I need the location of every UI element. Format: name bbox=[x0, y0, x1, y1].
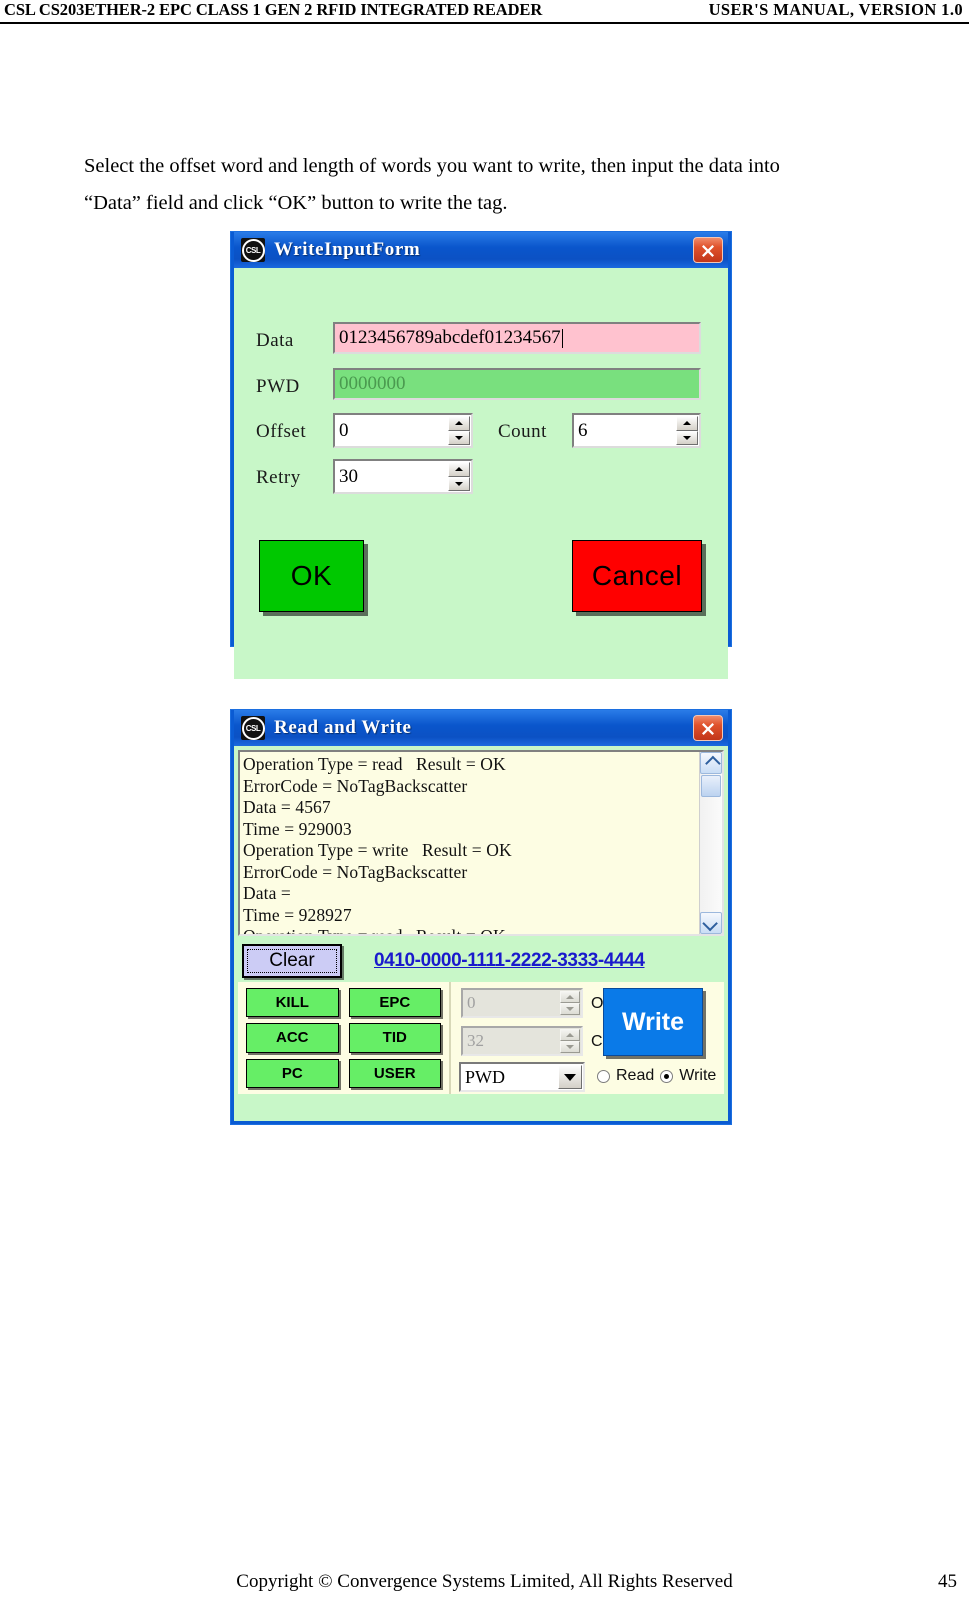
chevron-up-icon bbox=[455, 421, 463, 426]
read-write-titlebar[interactable]: CSL Read and Write bbox=[234, 710, 728, 746]
memory-bank-select-value: PWD bbox=[465, 1066, 505, 1087]
count-value: 6 bbox=[578, 419, 588, 441]
scrollbar-thumb[interactable] bbox=[701, 775, 721, 797]
chevron-down-icon bbox=[701, 915, 718, 931]
read-radio[interactable] bbox=[597, 1069, 610, 1083]
rw-count-stepper[interactable]: 32 bbox=[461, 1026, 583, 1056]
offset-value: 0 bbox=[339, 419, 349, 441]
page-footer: Copyright © Convergence Systems Limited,… bbox=[0, 1571, 969, 1593]
paragraph-line-2: “Data” field and click “OK” button to wr… bbox=[84, 192, 508, 214]
rw-count-stepper-buttons[interactable] bbox=[560, 1029, 580, 1053]
write-button[interactable]: Write bbox=[603, 988, 703, 1056]
write-input-form-dialog: CSL WriteInputForm Data 0123456789abcdef… bbox=[231, 232, 731, 679]
pwd-input-value: 0000000 bbox=[339, 373, 406, 394]
scroll-down-button[interactable] bbox=[700, 912, 722, 934]
page-number: 45 bbox=[938, 1571, 957, 1592]
offset-stepper-buttons[interactable] bbox=[448, 416, 470, 445]
epc-link[interactable]: 0410-0000-1111-2222-3333-4444 bbox=[374, 950, 645, 972]
chevron-up-icon bbox=[704, 755, 721, 771]
close-icon[interactable] bbox=[693, 237, 723, 263]
text-caret bbox=[561, 328, 563, 348]
retry-stepper-up[interactable] bbox=[448, 462, 470, 477]
memory-bank-select-arrow[interactable] bbox=[558, 1065, 582, 1089]
lower-control-panel: KILL EPC ACC TID PC USER 0 Offset 32 bbox=[238, 982, 724, 1094]
count-label: Count bbox=[498, 421, 547, 442]
ok-button[interactable]: OK bbox=[259, 540, 364, 612]
rw-offset-stepper[interactable]: 0 bbox=[461, 988, 583, 1018]
count-stepper[interactable]: 6 bbox=[572, 413, 701, 448]
data-input[interactable]: 0123456789abcdef01234567 bbox=[333, 322, 701, 354]
tid-button[interactable]: TID bbox=[348, 1023, 441, 1053]
read-write-title: Read and Write bbox=[274, 717, 412, 738]
chevron-down-icon bbox=[564, 1073, 576, 1081]
chevron-up-icon bbox=[566, 1033, 574, 1037]
retry-stepper-down[interactable] bbox=[448, 476, 470, 491]
chevron-down-icon bbox=[455, 435, 463, 440]
offset-stepper-up[interactable] bbox=[448, 416, 470, 431]
pwd-input[interactable]: 0000000 bbox=[333, 368, 701, 400]
data-label: Data bbox=[256, 330, 294, 351]
chevron-up-icon bbox=[566, 995, 574, 999]
pwd-label: PWD bbox=[256, 376, 300, 397]
right-control-panel: 0 Offset 32 Count PWD bbox=[451, 982, 724, 1094]
data-input-value: 0123456789abcdef01234567 bbox=[339, 327, 561, 348]
mode-radio-group: Read Write bbox=[597, 1067, 716, 1085]
header-left-title: CSL CS203ETHER-2 EPC CLASS 1 GEN 2 RFID … bbox=[4, 0, 543, 19]
memory-bank-select[interactable]: PWD bbox=[459, 1062, 585, 1092]
offset-stepper-down[interactable] bbox=[448, 430, 470, 445]
write-form-body: Data 0123456789abcdef01234567 PWD 000000… bbox=[234, 268, 728, 679]
close-icon[interactable] bbox=[693, 715, 723, 741]
epc-button[interactable]: EPC bbox=[348, 988, 441, 1018]
clear-row: Clear 0410-0000-1111-2222-3333-4444 bbox=[238, 940, 724, 982]
retry-value: 30 bbox=[339, 465, 358, 487]
header-divider bbox=[0, 22, 969, 24]
user-button[interactable]: USER bbox=[348, 1058, 441, 1088]
copyright-text: Copyright © Convergence Systems Limited,… bbox=[236, 1571, 733, 1592]
chevron-down-icon bbox=[566, 1045, 574, 1049]
kill-button[interactable]: KILL bbox=[246, 988, 339, 1018]
write-form-titlebar[interactable]: CSL WriteInputForm bbox=[234, 232, 728, 268]
chevron-down-icon bbox=[566, 1007, 574, 1011]
rw-offset-stepper-buttons[interactable] bbox=[560, 991, 580, 1015]
offset-label: Offset bbox=[256, 421, 307, 442]
rw-count-stepper-up[interactable] bbox=[560, 1029, 580, 1041]
acc-button[interactable]: ACC bbox=[246, 1023, 339, 1053]
count-stepper-down[interactable] bbox=[676, 430, 698, 445]
chevron-up-icon bbox=[455, 467, 463, 472]
header-right-title: USER'S MANUAL, VERSION 1.0 bbox=[708, 0, 963, 19]
scroll-up-button[interactable] bbox=[700, 752, 722, 774]
chevron-down-icon bbox=[683, 435, 691, 440]
clear-button[interactable]: Clear bbox=[242, 944, 342, 978]
operation-log-panel: Operation Type = read Result = OK ErrorC… bbox=[238, 750, 724, 936]
retry-stepper-buttons[interactable] bbox=[448, 462, 470, 491]
chevron-down-icon bbox=[455, 481, 463, 486]
rw-offset-value: 0 bbox=[467, 993, 476, 1012]
memory-bank-button-grid: KILL EPC ACC TID PC USER bbox=[238, 982, 451, 1094]
paragraph-line-1: Select the offset word and length of wor… bbox=[84, 155, 780, 177]
cancel-button[interactable]: Cancel bbox=[572, 540, 702, 612]
pc-button[interactable]: PC bbox=[246, 1058, 339, 1088]
offset-stepper[interactable]: 0 bbox=[333, 413, 473, 448]
retry-label: Retry bbox=[256, 467, 301, 488]
count-stepper-buttons[interactable] bbox=[676, 416, 698, 445]
chevron-up-icon bbox=[683, 421, 691, 426]
csl-logo-icon: CSL bbox=[241, 716, 265, 740]
read-radio-label: Read bbox=[616, 1067, 655, 1084]
write-radio[interactable] bbox=[660, 1069, 674, 1083]
rw-count-value: 32 bbox=[467, 1031, 484, 1050]
read-and-write-dialog: CSL Read and Write Operation Type = read… bbox=[231, 710, 731, 1124]
write-radio-label: Write bbox=[679, 1067, 717, 1084]
rw-offset-stepper-up[interactable] bbox=[560, 991, 580, 1003]
rw-offset-stepper-down[interactable] bbox=[560, 1003, 580, 1015]
read-write-body: Operation Type = read Result = OK ErrorC… bbox=[234, 746, 728, 1157]
csl-logo-icon: CSL bbox=[241, 238, 265, 262]
operation-log-text: Operation Type = read Result = OK ErrorC… bbox=[243, 754, 512, 934]
log-scrollbar[interactable] bbox=[699, 752, 722, 934]
rw-count-stepper-down[interactable] bbox=[560, 1041, 580, 1053]
count-stepper-up[interactable] bbox=[676, 416, 698, 431]
write-form-title: WriteInputForm bbox=[274, 239, 421, 260]
scrollbar-track[interactable] bbox=[700, 798, 722, 912]
body-paragraph: Select the offset word and length of wor… bbox=[84, 148, 966, 222]
retry-stepper[interactable]: 30 bbox=[333, 459, 473, 494]
